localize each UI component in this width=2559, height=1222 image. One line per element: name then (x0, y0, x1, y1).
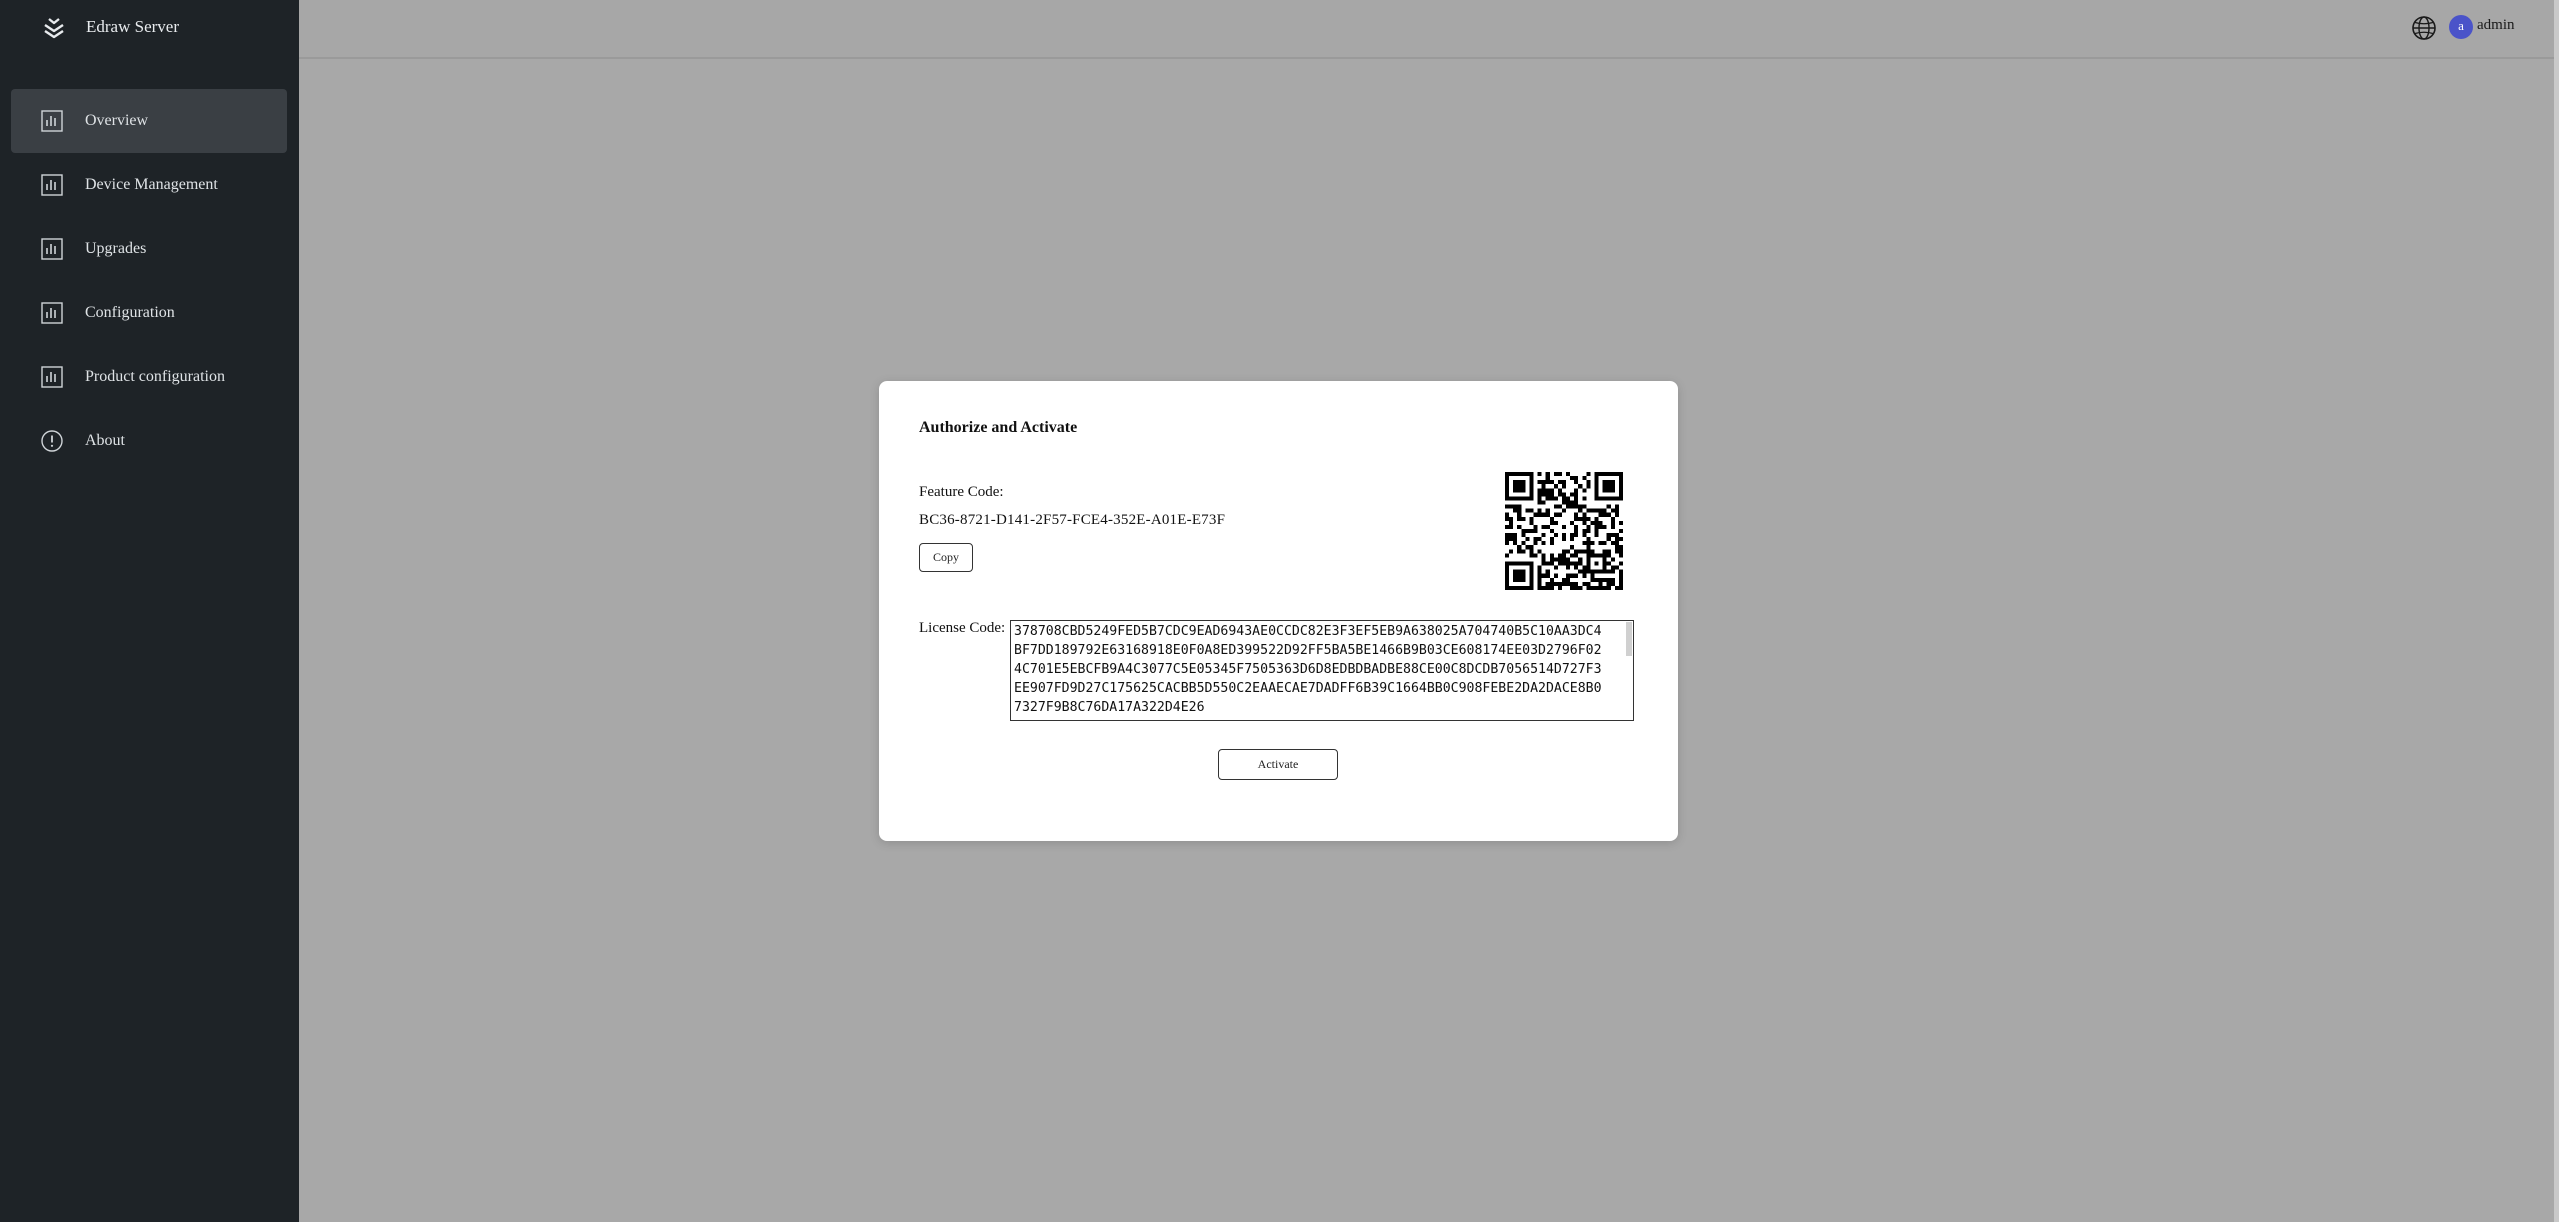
app-name: Edraw Server (86, 17, 179, 36)
sidebar-item-product-configuration[interactable]: Product configuration (11, 345, 287, 409)
authorize-activate-dialog: Authorize and Activate Feature Code: BC3… (879, 381, 1678, 841)
sidebar-item-device-management[interactable]: Device Management (11, 153, 287, 217)
feature-code-value: BC36-8721-D141-2F57-FCE4-352E-A01E-E73F (919, 512, 1226, 528)
sidebar: Edraw Server Overview Device Management … (0, 0, 299, 1222)
sidebar-item-label: Upgrades (85, 240, 147, 257)
bar-chart-icon (41, 174, 63, 196)
copy-button[interactable]: Copy (919, 543, 973, 572)
globe-icon[interactable] (2411, 15, 2437, 41)
bar-chart-icon (41, 366, 63, 388)
username[interactable]: admin (2477, 17, 2515, 34)
layers-logo-icon (44, 18, 64, 39)
bar-chart-icon (41, 238, 63, 260)
feature-code-label: Feature Code: (919, 484, 1004, 500)
sidebar-item-label: About (85, 432, 125, 449)
license-code-input[interactable]: 378708CBD5249FED5B7CDC9EAD6943AE0CCDC82E… (1010, 620, 1634, 721)
page-scrollbar[interactable] (2554, 0, 2559, 1222)
info-circle-icon (41, 430, 63, 452)
sidebar-item-label: Overview (85, 112, 149, 129)
sidebar-item-upgrades[interactable]: Upgrades (11, 217, 287, 281)
avatar[interactable]: a (2449, 15, 2473, 39)
sidebar-item-configuration[interactable]: Configuration (11, 281, 287, 345)
sidebar-item-overview[interactable]: Overview (11, 89, 287, 153)
bar-chart-icon (41, 110, 63, 132)
sidebar-item-label: Configuration (85, 304, 175, 321)
bar-chart-icon (41, 302, 63, 324)
dialog-title: Authorize and Activate (919, 419, 1078, 436)
sidebar-item-about[interactable]: About (11, 409, 287, 473)
license-code-text: 378708CBD5249FED5B7CDC9EAD6943AE0CCDC82E… (1014, 624, 1602, 715)
activate-button[interactable]: Activate (1218, 749, 1338, 780)
sidebar-item-label: Product configuration (85, 368, 225, 385)
brand[interactable]: Edraw Server (0, 0, 299, 56)
license-scrollbar[interactable] (1626, 622, 1632, 656)
license-code-label: License Code: (919, 620, 1006, 636)
top-header: a admin (299, 0, 2554, 59)
sidebar-item-label: Device Management (85, 176, 218, 193)
qr-code-icon (1505, 472, 1623, 590)
